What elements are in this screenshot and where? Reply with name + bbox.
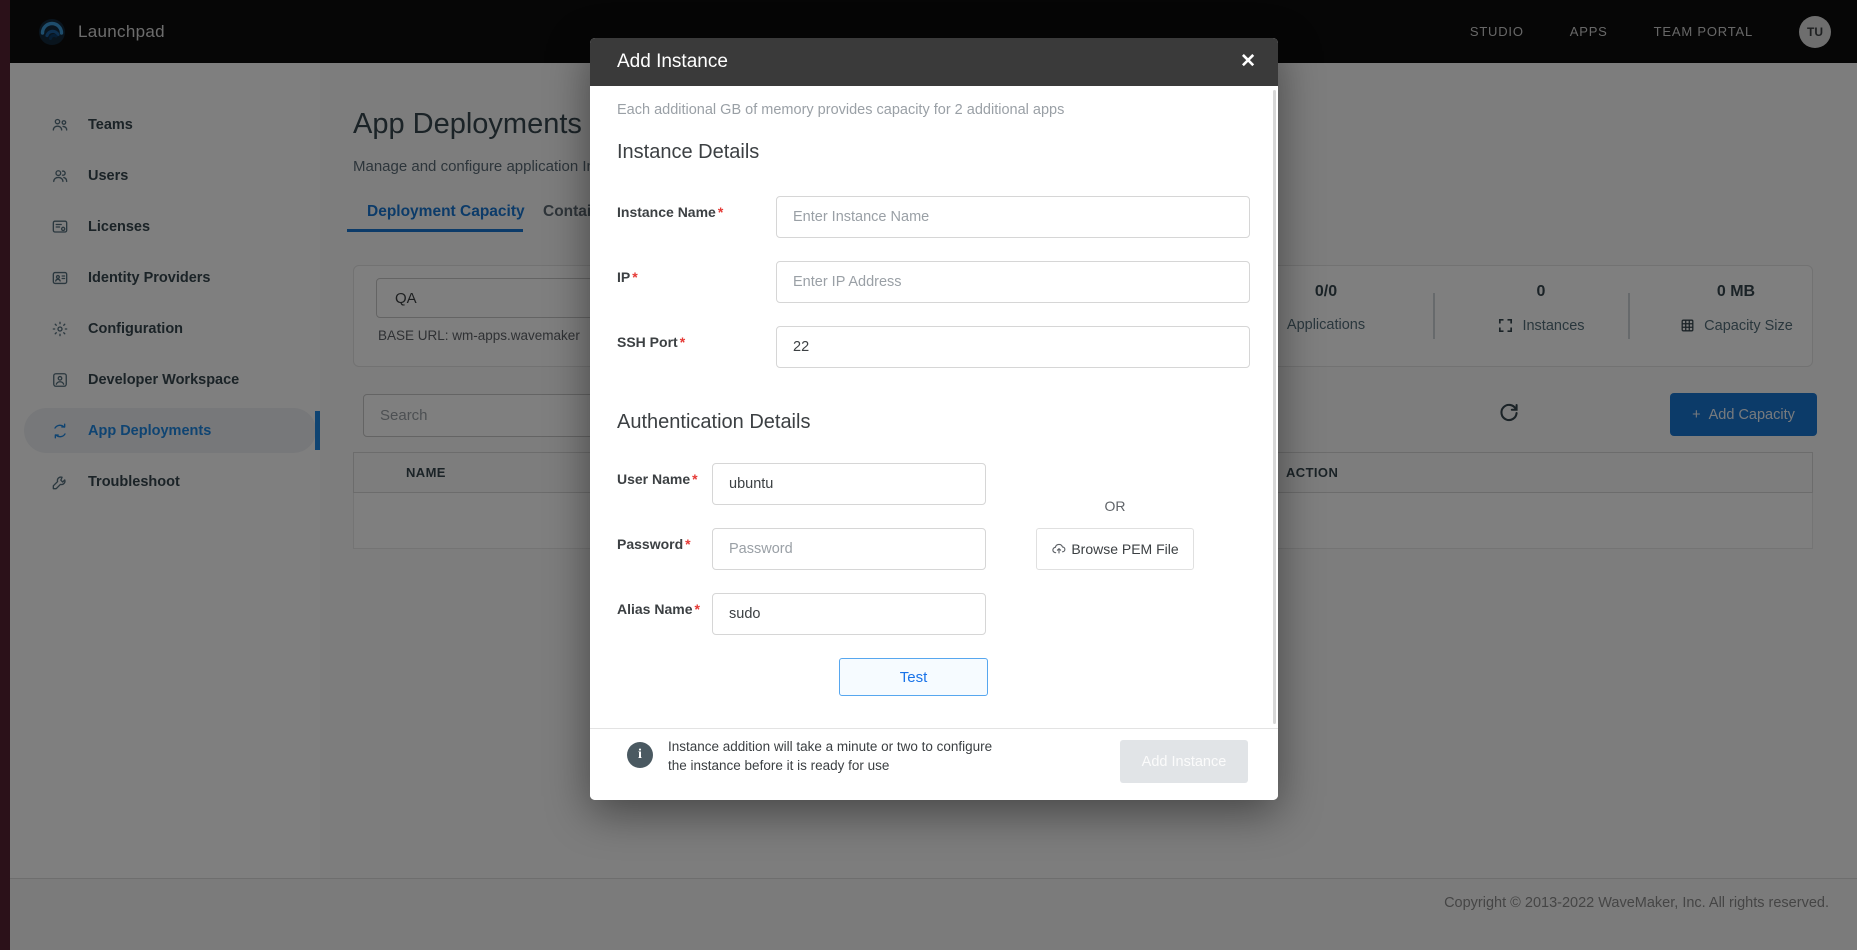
user-name-label: User Name* — [617, 471, 698, 487]
modal-footer: i Instance addition will take a minute o… — [590, 728, 1278, 800]
modal-footer-note: Instance addition will take a minute or … — [668, 737, 992, 775]
cloud-upload-icon — [1051, 541, 1067, 557]
required-marker: * — [718, 204, 723, 220]
instance-name-label: Instance Name* — [617, 204, 723, 220]
required-marker: * — [632, 269, 637, 285]
add-instance-button[interactable]: Add Instance — [1120, 740, 1248, 783]
instance-name-input[interactable] — [776, 196, 1250, 238]
ip-label: IP* — [617, 269, 638, 285]
required-marker: * — [692, 471, 697, 487]
password-label: Password* — [617, 536, 691, 552]
ssh-port-input[interactable] — [776, 326, 1250, 368]
password-input[interactable] — [712, 528, 986, 570]
required-marker: * — [694, 601, 699, 617]
alias-name-label: Alias Name* — [617, 601, 700, 617]
modal-title: Add Instance — [617, 51, 728, 73]
app-root: Launchpad STUDIO APPS TEAM PORTAL TU Tea… — [0, 0, 1857, 950]
modal-scrollbar[interactable] — [1273, 90, 1276, 724]
section-authentication-details: Authentication Details — [617, 411, 810, 434]
required-marker: * — [685, 536, 690, 552]
close-icon[interactable]: ✕ — [1240, 49, 1256, 75]
required-marker: * — [680, 334, 685, 350]
browse-pem-button[interactable]: Browse PEM File — [1036, 528, 1194, 570]
or-label: OR — [1036, 498, 1194, 514]
modal-header: Add Instance ✕ — [590, 38, 1278, 86]
browse-pem-label: Browse PEM File — [1071, 541, 1178, 557]
left-edge-strip — [0, 0, 10, 950]
test-button[interactable]: Test — [839, 658, 988, 696]
section-instance-details: Instance Details — [617, 141, 759, 164]
alias-name-input[interactable] — [712, 593, 986, 635]
info-icon: i — [627, 742, 653, 768]
add-instance-modal: Add Instance ✕ Each additional GB of mem… — [590, 38, 1278, 800]
ip-input[interactable] — [776, 261, 1250, 303]
modal-hint-text: Each additional GB of memory provides ca… — [617, 102, 1064, 118]
user-name-input[interactable] — [712, 463, 986, 505]
ssh-port-label: SSH Port* — [617, 334, 685, 350]
